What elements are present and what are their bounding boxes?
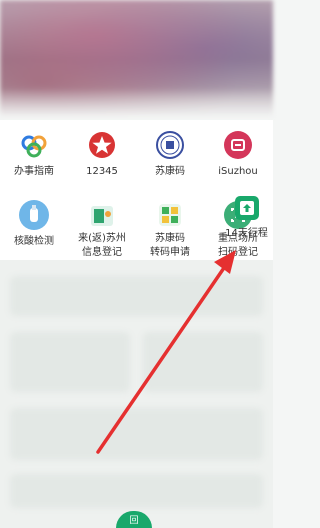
registration-icon — [87, 200, 117, 230]
top-banner-blurred — [0, 0, 273, 118]
service-nucleic-test[interactable]: 核酸检测 — [0, 190, 68, 260]
service-isuzhou[interactable]: iSuzhou — [204, 120, 272, 190]
content-area-blurred — [0, 260, 273, 528]
su-health-code-emblem-icon — [155, 130, 185, 160]
red-star-icon — [87, 130, 117, 160]
service-guide[interactable]: 办事指南 — [0, 120, 68, 190]
guide-rings-icon — [19, 130, 49, 160]
service-code-transfer[interactable]: 苏康码 转码申请 — [136, 190, 204, 260]
code-transfer-icon — [155, 200, 185, 230]
service-row-1: 办事指南 12345 苏康码 iSuzhou — [0, 120, 273, 190]
isuzhou-logo-icon — [223, 130, 253, 160]
service-14-day-itinerary[interactable]: 14天行程 — [220, 190, 273, 240]
itinerary-upload-icon — [233, 194, 261, 222]
service-su-health-code[interactable]: 苏康码 — [136, 120, 204, 190]
service-return-registration[interactable]: 来(返)苏州 信息登记 — [68, 190, 136, 260]
nucleic-test-icon — [19, 200, 49, 230]
service-12345[interactable]: 12345 — [68, 120, 136, 190]
